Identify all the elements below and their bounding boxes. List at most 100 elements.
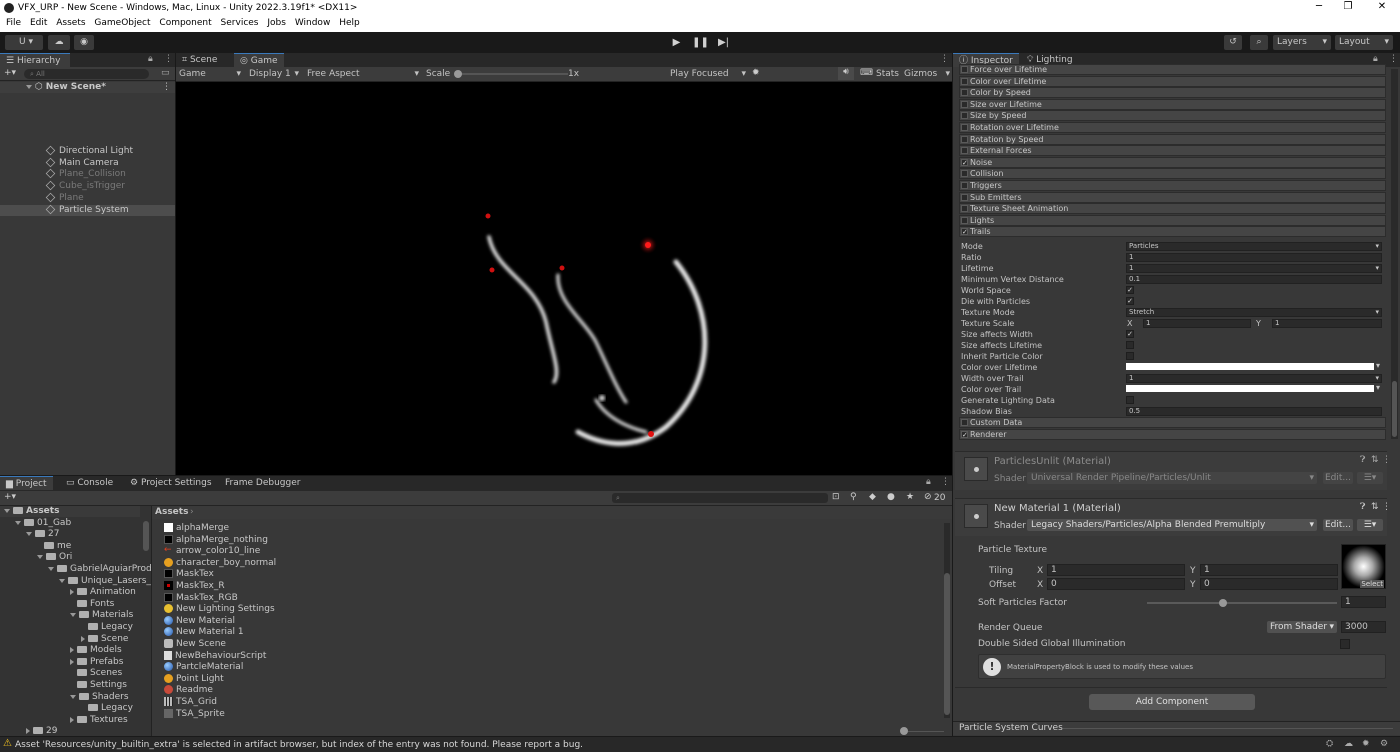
tab-project[interactable]: ▆ Project	[0, 476, 53, 490]
module-toggle-checkbox[interactable]	[961, 78, 968, 85]
folder-tree-item[interactable]: Ori	[0, 552, 140, 563]
menu-edit[interactable]: Edit	[24, 16, 47, 28]
lock-icon[interactable]: 🔒︎	[148, 54, 153, 64]
hierarchy-item[interactable]: Particle System	[0, 204, 175, 216]
folder-tree-item[interactable]: Legacy	[0, 703, 140, 714]
maximize-button[interactable]: ❐	[1341, 1, 1355, 12]
expand-icon[interactable]	[37, 554, 43, 559]
folder-tree-item[interactable]: 01_Gab	[0, 518, 140, 529]
collapse-icon[interactable]	[26, 727, 30, 734]
tab-hierarchy[interactable]: ☰ Hierarchy	[0, 53, 70, 67]
menu-gameobject[interactable]: GameObject	[88, 16, 150, 28]
lock-icon[interactable]: 🔒︎	[926, 477, 931, 487]
collab-status-icon[interactable]: ☁	[1344, 739, 1353, 749]
project-search-input[interactable]: ⌕	[612, 493, 828, 503]
history-icon[interactable]: ↺	[1224, 35, 1242, 50]
module-header[interactable]: Rotation over Lifetime	[959, 122, 1386, 133]
world-space-checkbox[interactable]: ✓	[1126, 286, 1134, 294]
asset-item[interactable]: New Material 1	[158, 627, 458, 638]
folder-tree-item[interactable]: Materials	[0, 610, 140, 621]
asset-item[interactable]: ← arrow_color10_line	[158, 546, 458, 557]
module-toggle-checkbox[interactable]: ✓	[961, 159, 968, 167]
module-header[interactable]: Custom Data	[959, 417, 1386, 428]
warning-filter-icon[interactable]: ●	[887, 492, 895, 502]
collapse-icon[interactable]	[81, 635, 85, 642]
soft-particles-slider[interactable]	[1147, 599, 1337, 607]
soft-particles-field[interactable]: 1	[1341, 596, 1386, 608]
particle-system-curves-bar[interactable]: Particle System Curves	[953, 721, 1400, 735]
generate-lighting-checkbox[interactable]	[1126, 396, 1134, 404]
folder-tree-item[interactable]: Textures	[0, 715, 140, 726]
double-sided-gi-checkbox[interactable]	[1340, 639, 1350, 649]
more-icon[interactable]: ⋮	[1382, 455, 1391, 465]
expand-icon[interactable]	[15, 520, 21, 525]
texture-scale-x[interactable]: 1	[1143, 319, 1251, 328]
shader-menu-button[interactable]: ☰▾	[1357, 519, 1383, 531]
particle-texture-thumbnail[interactable]: Select	[1341, 544, 1386, 589]
mute-audio-icon[interactable]: 🔊︎	[838, 67, 854, 80]
collab-icon[interactable]: ◉	[74, 35, 94, 50]
folder-tree-item[interactable]: GabrielAguiarProd	[0, 564, 152, 575]
slider-thumb[interactable]	[1219, 599, 1227, 607]
expand-icon[interactable]	[26, 84, 32, 89]
tab-scene[interactable]: ⌗ Scene	[176, 53, 223, 67]
texture-scale-y[interactable]: 1	[1272, 319, 1382, 328]
shader-dropdown[interactable]: Universal Render Pipeline/Particles/Unli…	[1027, 472, 1317, 484]
module-header[interactable]: Color over Lifetime	[959, 76, 1386, 87]
expand-icon[interactable]	[59, 578, 65, 583]
menu-help[interactable]: Help	[333, 16, 360, 28]
expand-icon[interactable]	[4, 508, 10, 513]
asset-item[interactable]: Readme	[158, 685, 458, 696]
lock-icon[interactable]: 🔒︎	[1373, 54, 1378, 64]
shader-dropdown[interactable]: Legacy Shaders/Particles/Alpha Blended P…	[1027, 519, 1317, 531]
expand-icon[interactable]	[48, 566, 54, 571]
pause-button[interactable]: ❚❚	[691, 36, 710, 50]
module-header[interactable]: ✓ Trails	[959, 226, 1386, 237]
tab-project-settings[interactable]: ⚙ Project Settings	[124, 476, 218, 490]
collapse-icon[interactable]	[70, 588, 74, 595]
game-viewport[interactable]	[176, 82, 952, 475]
tiling-x-field[interactable]: 1	[1047, 564, 1185, 576]
add-icon[interactable]: +▾	[4, 492, 16, 502]
preset-icon[interactable]: ⇅	[1371, 502, 1379, 512]
asset-item[interactable]: TSA_Sprite	[158, 709, 458, 720]
hierarchy-item[interactable]: Directional Light	[0, 145, 175, 157]
favorite-icon[interactable]: ★	[906, 492, 914, 502]
hidden-packages-icon[interactable]: ⊘	[924, 492, 932, 502]
asset-item[interactable]: New Lighting Settings	[158, 604, 458, 615]
menu-services[interactable]: Services	[215, 16, 259, 28]
inherit-color-checkbox[interactable]	[1126, 352, 1134, 360]
color-over-trail-swatch[interactable]	[1126, 385, 1374, 392]
module-toggle-checkbox[interactable]	[961, 124, 968, 131]
module-header[interactable]: Size by Speed	[959, 110, 1386, 121]
module-toggle-checkbox[interactable]	[961, 66, 968, 73]
add-component-button[interactable]: Add Component	[1089, 694, 1255, 710]
menu-component[interactable]: Component	[153, 16, 211, 28]
icon-size-slider[interactable]	[908, 731, 944, 732]
search-icon[interactable]: ⌕	[1250, 35, 1268, 50]
module-toggle-checkbox[interactable]	[961, 205, 968, 212]
folder-tree-item[interactable]: Legacy	[0, 622, 140, 633]
more-icon[interactable]: ⋮	[940, 54, 949, 64]
asset-item[interactable]: MaskTex_RGB	[158, 593, 458, 604]
hierarchy-item[interactable]: Cube_isTrigger	[0, 180, 175, 192]
select-texture-button[interactable]: Select	[1360, 580, 1384, 588]
tab-console[interactable]: ▭ Console	[60, 476, 119, 490]
shader-menu-button[interactable]: ☰▾	[1357, 472, 1383, 484]
search-by-type-icon[interactable]: ⊡	[832, 492, 840, 502]
expand-icon[interactable]	[70, 694, 76, 699]
settings-icon[interactable]: ⚙	[1380, 739, 1388, 749]
account-button[interactable]: U ▾	[5, 35, 43, 50]
module-toggle-checkbox[interactable]	[961, 217, 968, 224]
asset-item[interactable]: MaskTex_R	[158, 581, 458, 592]
offset-y-field[interactable]: 0	[1200, 578, 1338, 590]
layout-dropdown[interactable]: Layout ▾	[1335, 35, 1393, 50]
menu-jobs[interactable]: Jobs	[261, 16, 286, 28]
folder-tree-item[interactable]: Animation	[0, 587, 140, 598]
render-queue-field[interactable]: 3000	[1341, 621, 1386, 633]
module-toggle-checkbox[interactable]: ✓	[961, 228, 968, 236]
module-toggle-checkbox[interactable]	[961, 182, 968, 189]
asset-item[interactable]: character_boy_normal	[158, 558, 458, 569]
folder-tree-item[interactable]: 27	[0, 529, 140, 540]
play-focused-dropdown[interactable]: Play Focused ▾	[670, 69, 746, 79]
